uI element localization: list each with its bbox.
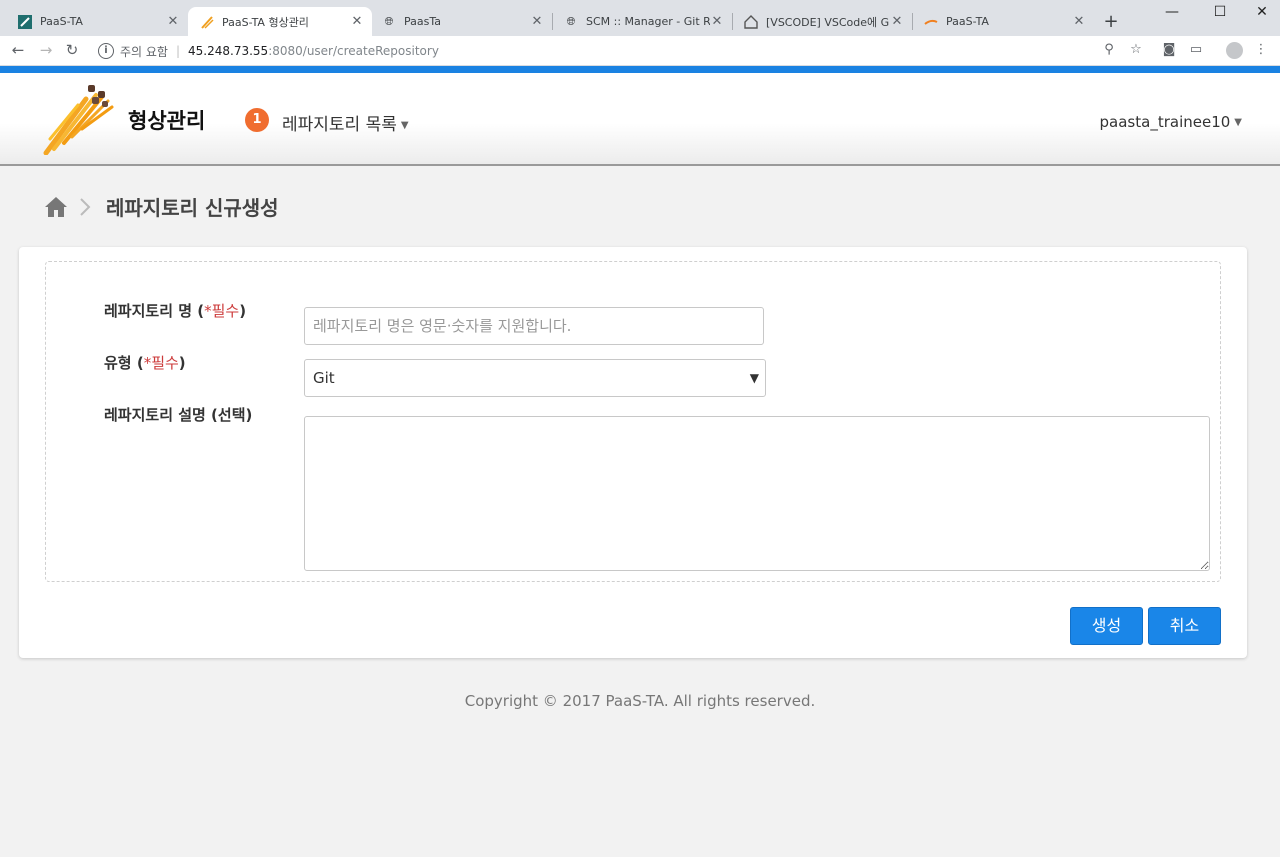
- reload-icon[interactable]: ↻: [62, 41, 82, 59]
- maximize-icon[interactable]: ☐: [1210, 4, 1230, 20]
- paasta-icon: [18, 14, 32, 29]
- minimize-icon[interactable]: —: [1162, 4, 1182, 20]
- create-repository-card: 레파지토리 명 (*필수) 유형 (*필수) Git ▼ 레파지토리 설명 (선택…: [19, 247, 1247, 658]
- browser-tab-active[interactable]: PaaS-TA 형상관리 ✕: [188, 7, 372, 36]
- browser-tab[interactable]: 🌐︎ SCM :: Manager - Git Repo ✕: [552, 7, 732, 36]
- chevron-right-icon: [80, 197, 91, 216]
- dropdown-arrow-icon: ▼: [749, 371, 759, 385]
- page-title: 레파지토리 신규생성: [106, 196, 279, 220]
- repository-list-menu[interactable]: 레파지토리 목록 ▼: [282, 110, 409, 135]
- repository-name-label: 레파지토리 명 (*필수): [104, 302, 247, 320]
- username: paasta_trainee10: [1099, 113, 1231, 131]
- browser-tab[interactable]: 🌐︎ PaasTa ✕: [370, 7, 552, 36]
- close-icon[interactable]: ✕: [1072, 14, 1086, 29]
- paasta-logo[interactable]: [42, 79, 122, 155]
- tab-title: [VSCODE] VSCode에 Git 사: [766, 15, 890, 29]
- close-icon[interactable]: ✕: [710, 14, 724, 29]
- browser-tabstrip: PaaS-TA ✕ PaaS-TA 형상관리 ✕ 🌐︎ PaasTa ✕ 🌐︎ …: [0, 0, 1280, 36]
- tab-title: PaaS-TA 형상관리: [222, 15, 309, 29]
- star-icon[interactable]: ☆: [1127, 42, 1145, 57]
- info-icon[interactable]: i: [98, 43, 114, 59]
- globe-icon: 🌐︎: [566, 14, 576, 28]
- top-accent-line: [0, 66, 1280, 73]
- profile-avatar[interactable]: [1226, 42, 1243, 59]
- tab-title: SCM :: Manager - Git Repo: [586, 15, 710, 28]
- security-warning: 주의 요함: [120, 44, 168, 59]
- paasta-icon: [924, 15, 938, 29]
- tab-title: PaasTa: [404, 15, 441, 28]
- address-bar[interactable]: i 주의 요함 | 45.248.73.55:8080/user/createR…: [92, 38, 1272, 64]
- footer-copyright: Copyright © 2017 PaaS-TA. All rights res…: [464, 692, 816, 710]
- browser-toolbar: ← → ↻ i 주의 요함 | 45.248.73.55:8080/user/c…: [0, 36, 1280, 66]
- required-mark: *필수: [204, 302, 240, 320]
- home-icon[interactable]: [44, 196, 68, 218]
- caret-down-icon: ▼: [1234, 117, 1242, 128]
- browser-tab[interactable]: PaaS-TA ✕: [6, 7, 188, 36]
- blog-icon: [744, 14, 758, 29]
- browser-tab[interactable]: [VSCODE] VSCode에 Git 사 ✕: [732, 7, 912, 36]
- form-fieldset: 레파지토리 명 (*필수) 유형 (*필수) Git ▼ 레파지토리 설명 (선택…: [45, 261, 1221, 582]
- globe-icon: 🌐︎: [384, 14, 394, 28]
- tab-title: PaaS-TA: [40, 15, 83, 28]
- paasta-scm-icon: [200, 15, 214, 29]
- nav-badge: 1: [245, 108, 269, 132]
- create-button[interactable]: 생성: [1070, 607, 1143, 645]
- window-close-icon[interactable]: ✕: [1252, 4, 1272, 20]
- close-icon[interactable]: ✕: [166, 14, 180, 29]
- back-icon[interactable]: ←: [8, 41, 28, 59]
- tab-title: PaaS-TA: [946, 15, 989, 28]
- cancel-button[interactable]: 취소: [1148, 607, 1221, 645]
- app-header: 형상관리 1 레파지토리 목록 ▼ paasta_trainee10 ▼: [0, 73, 1280, 166]
- url-path: :8080/user/createRepository: [268, 44, 439, 58]
- repository-name-input[interactable]: [304, 307, 764, 345]
- url-host: 45.248.73.55: [188, 44, 269, 58]
- close-icon[interactable]: ✕: [530, 14, 544, 29]
- description-label: 레파지토리 설명 (선택): [104, 406, 253, 424]
- new-tab-button[interactable]: +: [1100, 11, 1122, 32]
- type-label: 유형 (*필수): [104, 354, 186, 372]
- type-select[interactable]: Git ▼: [304, 359, 766, 397]
- breadcrumb: 레파지토리 신규생성: [44, 192, 279, 221]
- brand-title[interactable]: 형상관리: [128, 105, 205, 135]
- repository-list-label: 레파지토리 목록: [282, 115, 397, 135]
- browser-tab[interactable]: PaaS-TA ✕: [912, 7, 1094, 36]
- forward-icon[interactable]: →: [36, 41, 56, 59]
- required-mark: *필수: [143, 354, 179, 372]
- close-icon[interactable]: ✕: [890, 14, 904, 29]
- menu-icon[interactable]: ⋮: [1252, 42, 1270, 57]
- description-textarea[interactable]: [304, 416, 1210, 571]
- zoom-icon[interactable]: ⚲: [1100, 42, 1118, 57]
- page: 형상관리 1 레파지토리 목록 ▼ paasta_trainee10 ▼ 레파지토리…: [0, 66, 1280, 857]
- type-select-value: Git: [313, 369, 335, 387]
- cast-icon[interactable]: ▭: [1187, 42, 1205, 57]
- user-menu[interactable]: paasta_trainee10 ▼: [1100, 113, 1242, 131]
- caret-down-icon: ▼: [400, 120, 409, 131]
- close-icon[interactable]: ✕: [350, 14, 364, 29]
- camera-icon[interactable]: ◙: [1160, 42, 1178, 57]
